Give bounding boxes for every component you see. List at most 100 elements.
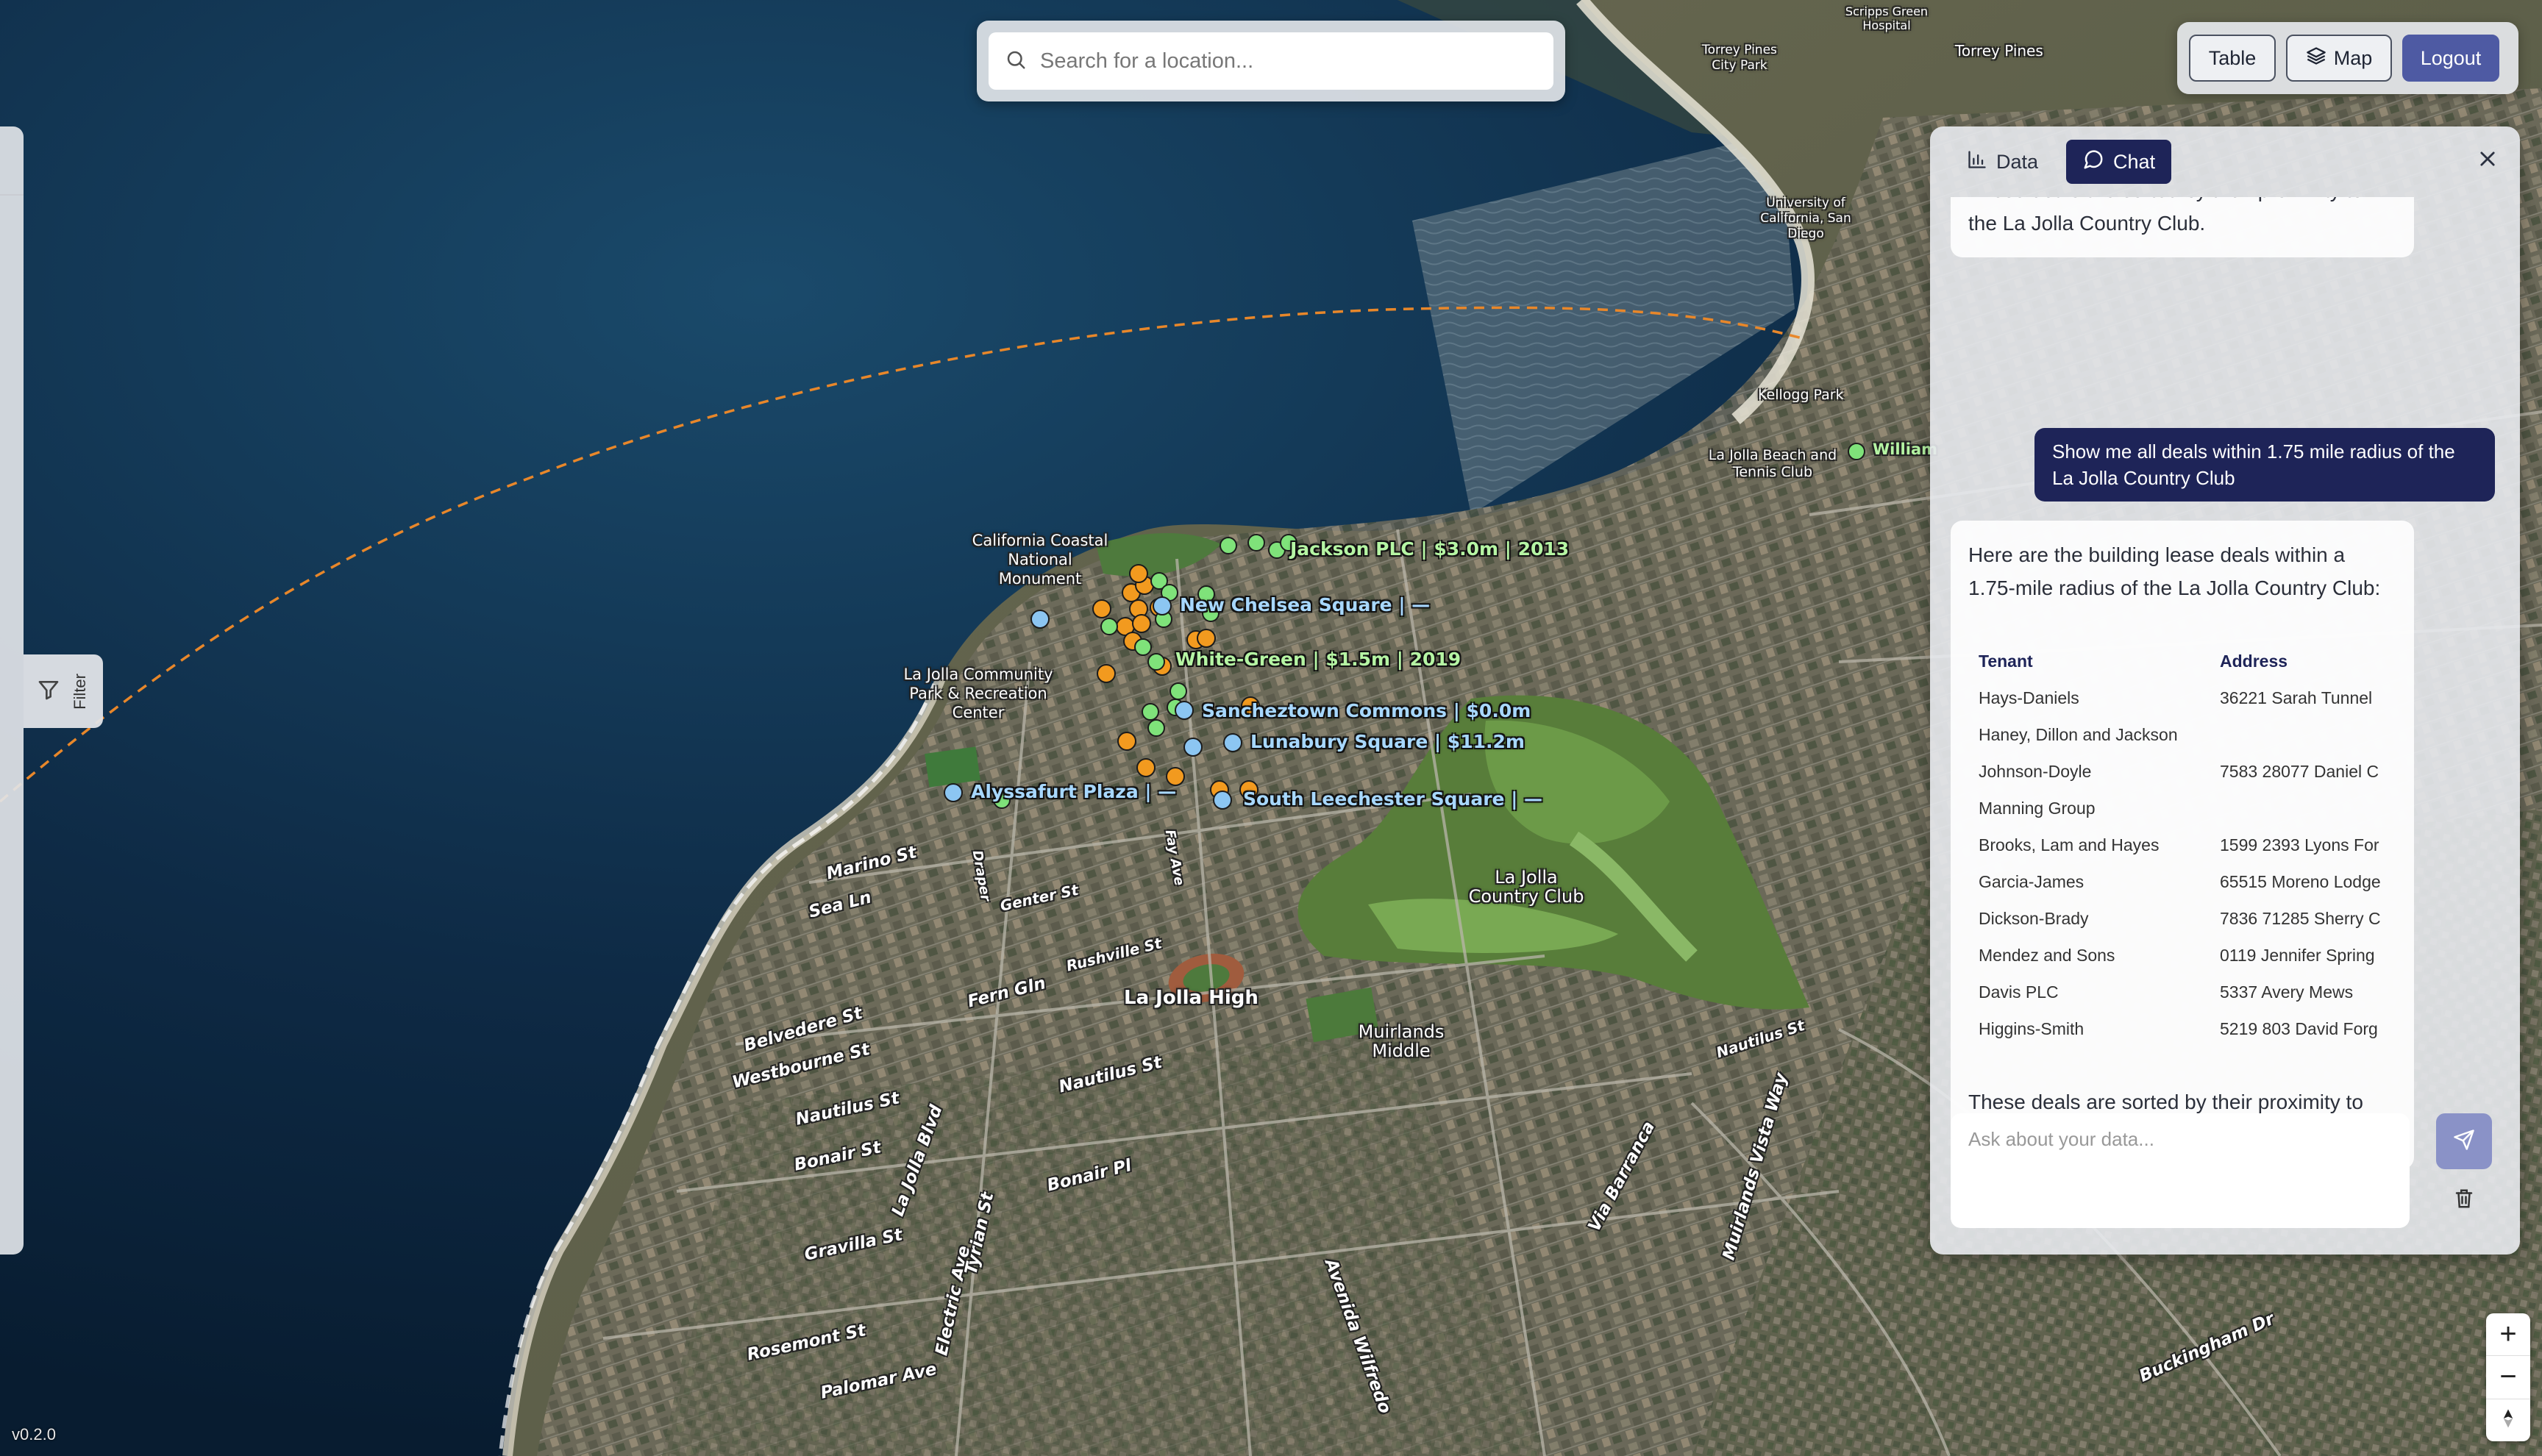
map-label-ucsd: University of California, San Diego	[1760, 196, 1851, 241]
tenant-cell: Manning Group	[1979, 799, 2096, 818]
map-label-la-jolla-high: La Jolla High	[1124, 987, 1258, 1009]
trash-icon	[2453, 1188, 2475, 1213]
address-cell: 7836 71285 Sherry C	[2220, 909, 2380, 928]
table-button-label: Table	[2208, 46, 2257, 69]
search-icon	[1005, 49, 1027, 74]
plus-icon: +	[2499, 1318, 2517, 1351]
table-header-row: Tenant Address	[1968, 643, 2380, 679]
chat-input[interactable]	[1951, 1113, 2410, 1228]
ai-message-text: These deals are sorted by their proximit…	[1968, 197, 2363, 235]
deals-table: Tenant Address Hays-Daniels 36221 Sarah T…	[1968, 643, 2380, 1047]
address-cell	[2210, 790, 2380, 827]
address-cell: 65515 Moreno Lodge	[2220, 872, 2380, 891]
map-button[interactable]: Map	[2286, 35, 2392, 82]
address-cell: 5219 803 David Forg	[2220, 1019, 2378, 1038]
chat-messages[interactable]: These deals are sorted by their proximit…	[1951, 197, 2495, 1205]
tenant-cell: Hays-Daniels	[1979, 688, 2079, 707]
tab-chat[interactable]: Chat	[2066, 140, 2172, 184]
zoom-in-button[interactable]: +	[2486, 1313, 2530, 1357]
column-header-address: Address	[2220, 652, 2288, 671]
map-label-beach-tennis: La Jolla Beach and Tennis Club	[1708, 447, 1837, 480]
ai-message: These deals are sorted by their proximit…	[1951, 197, 2414, 257]
address-cell	[2210, 716, 2380, 753]
search-container	[977, 21, 1565, 101]
address-cell: 7583 28077 Daniel C	[2220, 762, 2379, 781]
address-cell: 5337 Avery Mews	[2220, 982, 2354, 1002]
deal-label[interactable]: Lunabury Square | $11.2m	[1250, 731, 1525, 752]
filter-label: Filter	[71, 673, 89, 710]
column-header-tenant: Tenant	[1979, 652, 2033, 671]
map-label-torrey-city-park: Torrey Pines City Park	[1702, 43, 1777, 73]
user-message: Show me all deals within 1.75 mile radiu…	[2034, 428, 2495, 502]
map-label-william: William	[1873, 440, 1938, 458]
table-row: Davis PLC 5337 Avery Mews	[1968, 974, 2380, 1010]
search-input[interactable]	[1040, 49, 1537, 74]
sidebar-divider	[0, 194, 24, 196]
close-panel-button[interactable]	[2471, 144, 2504, 176]
table-row: Johnson-Doyle 7583 28077 Daniel C	[1968, 753, 2380, 790]
map-label-torrey-pines: Torrey Pines	[1955, 42, 2043, 60]
filter-button[interactable]: Filter	[24, 654, 103, 728]
tenant-cell: Haney, Dillon and Jackson	[1979, 725, 2178, 744]
map-label-rec-center: La Jolla Community Park & Recreation Cen…	[903, 665, 1053, 721]
map-label-country-club: La Jolla Country Club	[1468, 867, 1584, 907]
zoom-controls: + −	[2486, 1313, 2530, 1441]
table-row: Garcia-James 65515 Moreno Lodge	[1968, 863, 2380, 900]
tenant-cell: Johnson-Doyle	[1979, 762, 2092, 781]
close-icon	[2477, 149, 2498, 173]
address-cell: 0119 Jennifer Spring	[2220, 946, 2375, 965]
tenant-cell: Garcia-James	[1979, 872, 2084, 891]
deal-label[interactable]: White-Green | $1.5m | 2019	[1175, 649, 1461, 670]
map-label-kellogg: Kellogg Park	[1758, 387, 1844, 403]
logout-button[interactable]: Logout	[2402, 35, 2499, 82]
filter-icon	[37, 678, 60, 705]
bar-chart-icon	[1967, 149, 1987, 175]
reset-north-button[interactable]	[2486, 1399, 2530, 1441]
map-label-muirlands: Muirlands Middle	[1358, 1021, 1445, 1061]
deal-label[interactable]: South Leechester Square | —	[1243, 788, 1542, 810]
search-box[interactable]	[989, 32, 1553, 90]
left-sidebar-collapsed[interactable]	[0, 126, 24, 1255]
deal-label[interactable]: Sancheztown Commons | $0.0m	[1202, 700, 1531, 721]
zoom-out-button[interactable]: −	[2486, 1356, 2530, 1399]
logout-button-label: Logout	[2420, 46, 2482, 69]
table-row: Dickson-Brady 7836 71285 Sherry C	[1968, 900, 2380, 937]
user-message-text: Show me all deals within 1.75 mile radiu…	[2052, 440, 2455, 489]
send-button[interactable]	[2436, 1113, 2492, 1169]
version-label: v0.2.0	[12, 1425, 56, 1443]
map-label-scripps: Scripps Green Hospital	[1845, 4, 1929, 32]
map-label-coastal-monument: California Coastal National Monument	[972, 532, 1108, 588]
table-row: Mendez and Sons 0119 Jennifer Spring	[1968, 937, 2380, 974]
table-row: Manning Group	[1968, 790, 2380, 827]
minus-icon: −	[2499, 1360, 2517, 1393]
ai-message-intro: Here are the building lease deals within…	[1968, 543, 2381, 599]
send-icon	[2453, 1129, 2475, 1155]
tenant-cell: Mendez and Sons	[1979, 946, 2115, 965]
tenant-cell: Brooks, Lam and Hayes	[1979, 835, 2160, 854]
tenant-cell: Dickson-Brady	[1979, 909, 2089, 928]
ai-message: Here are the building lease deals within…	[1951, 521, 2414, 1169]
panel-header: Data Chat	[1930, 126, 2520, 197]
table-row: Brooks, Lam and Hayes 1599 2393 Lyons For	[1968, 827, 2380, 863]
chat-composer	[1951, 1113, 2496, 1228]
table-row: Hays-Daniels 36221 Sarah Tunnel	[1968, 679, 2380, 716]
table-row: Higgins-Smith 5219 803 David Forg	[1968, 1010, 2380, 1047]
tab-data[interactable]: Data	[1951, 140, 2054, 184]
tab-data-label: Data	[1996, 150, 2039, 173]
deal-label[interactable]: New Chelsea Square | —	[1180, 594, 1430, 615]
clear-chat-button[interactable]	[2449, 1184, 2479, 1216]
layers-icon	[2306, 46, 2326, 71]
compass-icon	[2499, 1404, 2518, 1437]
tenant-cell: Higgins-Smith	[1979, 1019, 2084, 1038]
tenant-cell: Davis PLC	[1979, 982, 2059, 1002]
deal-label[interactable]: Alyssafurt Plaza | —	[971, 781, 1176, 802]
address-cell: 36221 Sarah Tunnel	[2220, 688, 2373, 707]
table-button[interactable]: Table	[2189, 35, 2276, 82]
deal-label[interactable]: Jackson PLC | $3.0m | 2013	[1290, 538, 1569, 560]
table-row: Haney, Dillon and Jackson	[1968, 716, 2380, 753]
address-cell: 1599 2393 Lyons For	[2220, 835, 2379, 854]
top-toolbar: Table Map Logout	[2177, 22, 2518, 94]
side-panel: Data Chat These deals are sorted by thei…	[1930, 126, 2520, 1255]
tab-chat-label: Chat	[2113, 150, 2156, 173]
map-button-label: Map	[2333, 46, 2373, 69]
